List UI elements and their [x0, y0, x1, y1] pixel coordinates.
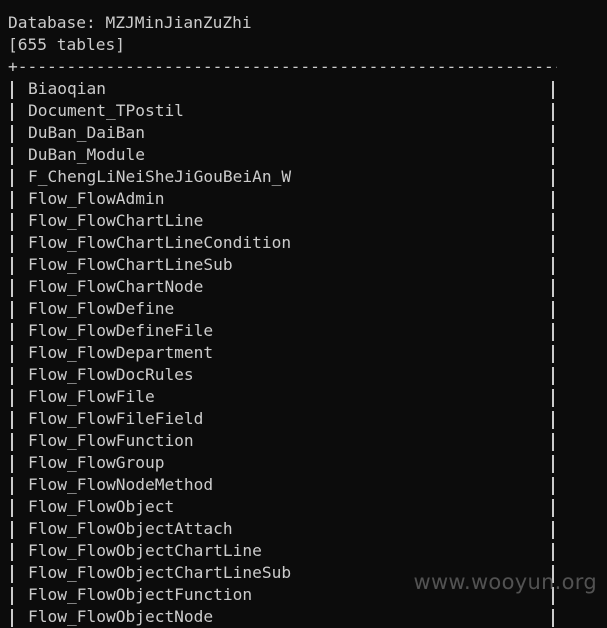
table-name: DuBan_DaiBan — [28, 123, 145, 142]
table-name: Flow_FlowChartLine — [28, 211, 204, 230]
table-row: Document_TPostil — [8, 100, 557, 122]
table-row: Flow_FlowDefineFile — [8, 320, 557, 342]
table-row: Flow_FlowDepartment — [8, 342, 557, 364]
table-name: Flow_FlowObjectNode — [28, 607, 214, 626]
table-name: Flow_FlowNodeMethod — [28, 475, 214, 494]
table-row: Flow_FlowGroup — [8, 452, 557, 474]
watermark: www.wooyun.org — [413, 570, 597, 594]
table-list: Biaoqian Document_TPostil DuBan_DaiBan DuBa… — [8, 78, 607, 628]
table-row: Flow_FlowDefine — [8, 298, 557, 320]
table-name: DuBan_Module — [28, 145, 145, 164]
border-dashes: +---------------------------------------… — [8, 57, 557, 76]
table-name: Flow_FlowChartLineCondition — [28, 233, 292, 252]
table-name: Flow_FlowObjectChartLine — [28, 541, 262, 560]
table-row: Flow_FlowObjectAttach — [8, 518, 557, 540]
table-name: Flow_FlowDefine — [28, 299, 175, 318]
table-name: Document_TPostil — [28, 101, 184, 120]
table-name: Flow_FlowChartLineSub — [28, 255, 233, 274]
table-name: Flow_FlowGroup — [28, 453, 165, 472]
table-name: Flow_FlowFunction — [28, 431, 194, 450]
table-count-line: [655 tables] — [8, 35, 125, 54]
table-name: Flow_FlowFileField — [28, 409, 204, 428]
table-row: Flow_FlowDocRules — [8, 364, 557, 386]
table-row: DuBan_DaiBan — [8, 122, 557, 144]
table-row: Flow_FlowFileField — [8, 408, 557, 430]
table-name: Flow_FlowObject — [28, 497, 175, 516]
table-row: Flow_FlowAdmin — [8, 188, 557, 210]
table-name: Flow_FlowChartNode — [28, 277, 204, 296]
table-name: Flow_FlowDocRules — [28, 365, 194, 384]
table-name: Flow_FlowAdmin — [28, 189, 165, 208]
table-row: Flow_FlowObjectNode — [8, 606, 557, 628]
table-row: Flow_FlowChartLineCondition — [8, 232, 557, 254]
table-name: Biaoqian — [28, 79, 106, 98]
table-name: Flow_FlowDefineFile — [28, 321, 214, 340]
table-name: Flow_FlowObjectFunction — [28, 585, 253, 604]
table-row: Flow_FlowObjectChartLine — [8, 540, 557, 562]
database-name-line: Database: MZJMinJianZuZhi — [8, 13, 252, 32]
terminal-output: Database: MZJMinJianZuZhi [655 tables] +… — [8, 0, 607, 627]
table-row: F_ChengLiNeiSheJiGouBeiAn_W — [8, 166, 557, 188]
table-row: Flow_FlowChartLineSub — [8, 254, 557, 276]
table-row: Biaoqian — [8, 78, 557, 100]
previous-output-line — [8, 0, 607, 12]
table-row: Flow_FlowChartNode — [8, 276, 557, 298]
table-row: Flow_FlowObject — [8, 496, 557, 518]
table-top-border: +---------------------------------------… — [8, 56, 557, 78]
table-row: Flow_FlowNodeMethod — [8, 474, 557, 496]
table-name: F_ChengLiNeiSheJiGouBeiAn_W — [28, 167, 292, 186]
table-name: Flow_FlowObjectChartLineSub — [28, 563, 292, 582]
table-name: Flow_FlowFile — [28, 387, 155, 406]
table-name: Flow_FlowObjectAttach — [28, 519, 233, 538]
table-row: Flow_FlowChartLine — [8, 210, 557, 232]
table-name: Flow_FlowDepartment — [28, 343, 214, 362]
table-row: Flow_FlowFunction — [8, 430, 557, 452]
table-row: Flow_FlowFile — [8, 386, 557, 408]
table-row: DuBan_Module — [8, 144, 557, 166]
